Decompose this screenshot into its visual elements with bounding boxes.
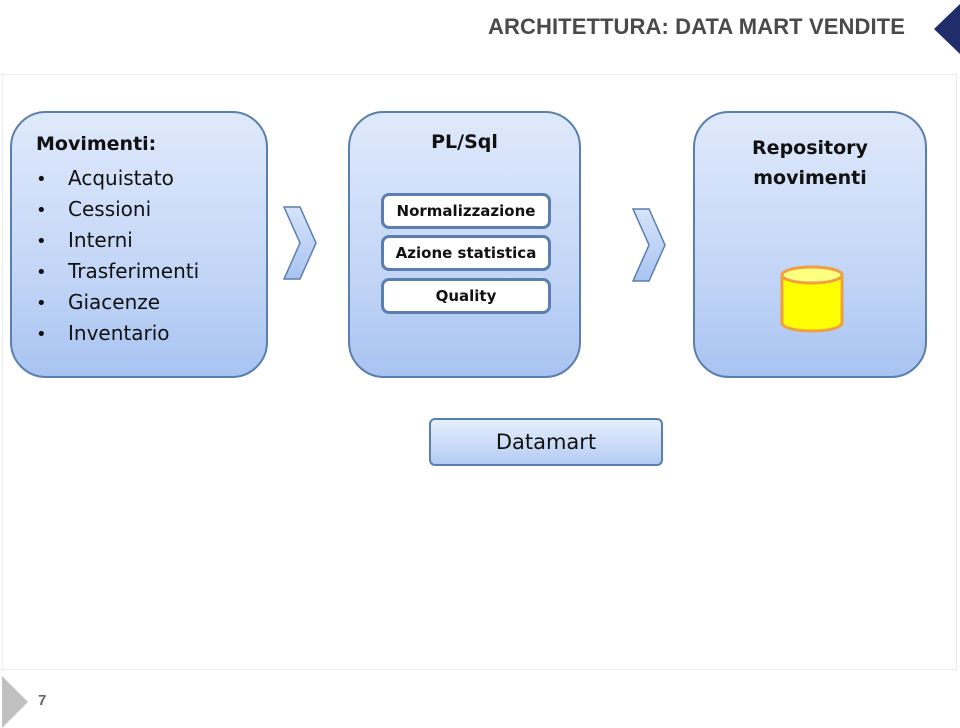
repository-box: Repository movimenti <box>693 111 927 378</box>
chevron-right-icon <box>282 206 317 280</box>
processing-box: PL/Sql Normalizzazione Azione statistica… <box>348 111 581 378</box>
bullet-icon: • <box>36 324 47 345</box>
step-normalizzazione: Normalizzazione <box>381 193 551 229</box>
list-item-label: Trasferimenti <box>68 259 200 283</box>
database-icon <box>780 265 844 333</box>
list-item: • Inventario <box>36 318 199 349</box>
sources-list: • Acquistato • Cessioni • Interni • Trasferi… <box>36 163 199 349</box>
list-item-label: Interni <box>68 228 133 252</box>
bullet-icon: • <box>36 169 47 190</box>
chevron-right-icon <box>631 208 666 282</box>
bullet-icon: • <box>36 262 47 283</box>
step-azione-statistica: Azione statistica <box>381 235 551 271</box>
repository-heading-line1: Repository <box>752 137 868 159</box>
bullet-icon: • <box>36 293 47 314</box>
datamart-box: Datamart <box>429 418 663 466</box>
list-item-label: Cessioni <box>68 197 152 221</box>
sources-box: Movimenti: • Acquistato • Cessioni • Intern… <box>10 111 268 378</box>
repository-heading-line2: movimenti <box>753 167 867 189</box>
bullet-icon: • <box>36 200 47 221</box>
list-item-label: Giacenze <box>68 290 161 314</box>
bullet-icon: • <box>36 231 47 252</box>
list-item: • Acquistato <box>36 163 199 194</box>
slide-title: ARCHITETTURA: DATA MART VENDITE <box>488 14 905 39</box>
page-triangle-icon <box>2 676 28 728</box>
list-item: • Giacenze <box>36 287 199 318</box>
list-item-label: Inventario <box>68 321 170 345</box>
list-item: • Trasferimenti <box>36 256 199 287</box>
repository-heading: Repository movimenti <box>695 133 925 193</box>
page-number: 7 <box>38 692 47 709</box>
sources-heading: Movimenti: <box>36 133 157 155</box>
step-quality: Quality <box>381 278 551 314</box>
list-item: • Interni <box>36 225 199 256</box>
processing-heading: PL/Sql <box>431 131 498 153</box>
list-item-label: Acquistato <box>68 166 174 190</box>
list-item: • Cessioni <box>36 194 199 225</box>
corner-triangle-icon <box>934 4 960 54</box>
